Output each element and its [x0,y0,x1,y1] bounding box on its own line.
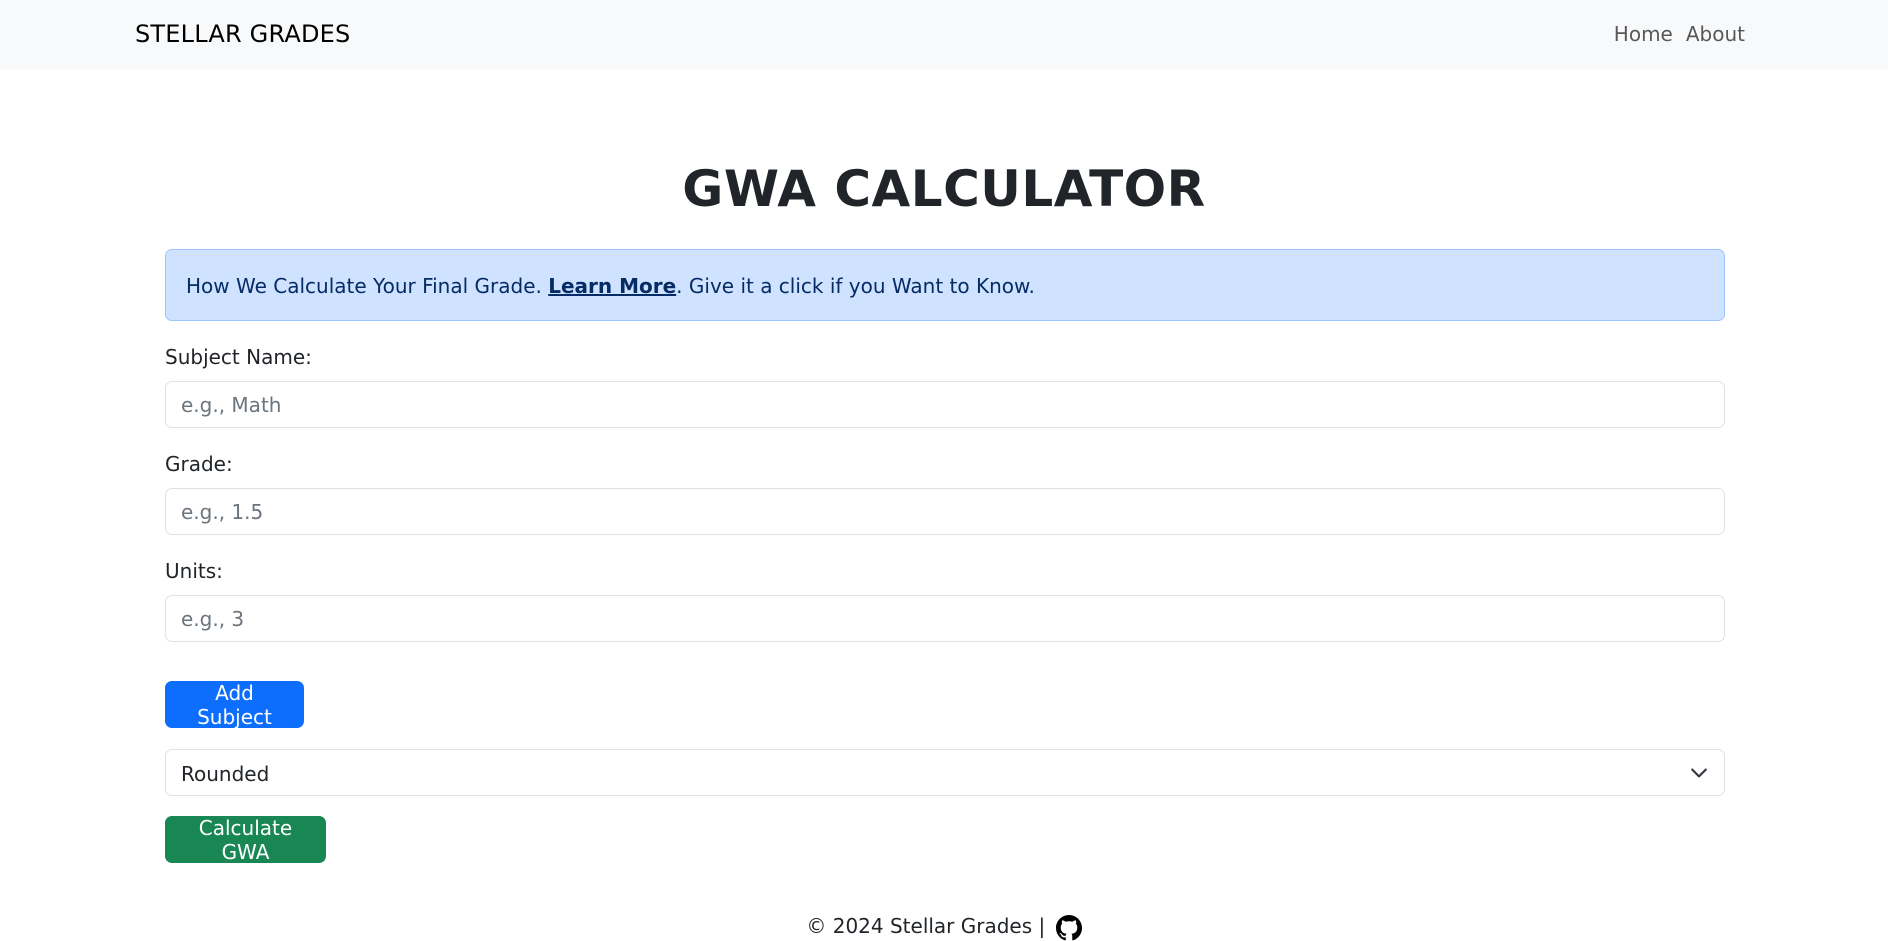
page-title: GWA CALCULATOR [682,160,1206,218]
units-label: Units: [165,559,223,583]
learn-more-link[interactable]: Learn More [548,274,676,298]
alert-text-prefix: How We Calculate Your Final Grade. [186,274,549,298]
units-input[interactable] [165,595,1725,642]
alert-text-suffix: . Give it a click if you Want to Know. [676,274,1035,298]
info-alert: How We Calculate Your Final Grade. Learn… [165,249,1725,321]
nav-link-home[interactable]: Home [1614,22,1673,46]
rounding-select[interactable]: Rounded [165,749,1725,796]
nav-link-about[interactable]: About [1686,22,1745,46]
subject-name-input[interactable] [165,381,1725,428]
chevron-down-icon [1691,768,1707,778]
navbar: STELLAR GRADES Home About [0,0,1888,69]
github-icon [1055,914,1082,940]
subject-name-label: Subject Name: [165,345,312,369]
brand-link[interactable]: STELLAR GRADES [135,20,350,48]
nav-links: Home About [1614,22,1745,46]
grade-input[interactable] [165,488,1725,535]
footer: © 2024 Stellar Grades | [0,914,1888,941]
github-link[interactable] [1052,914,1082,940]
rounding-select-value: Rounded [181,762,270,786]
calculate-gwa-button[interactable]: Calculate GWA [165,816,326,864]
add-subject-button[interactable]: Add Subject [165,681,304,729]
grade-label: Grade: [165,452,233,476]
footer-text: © 2024 Stellar Grades | [806,914,1052,938]
